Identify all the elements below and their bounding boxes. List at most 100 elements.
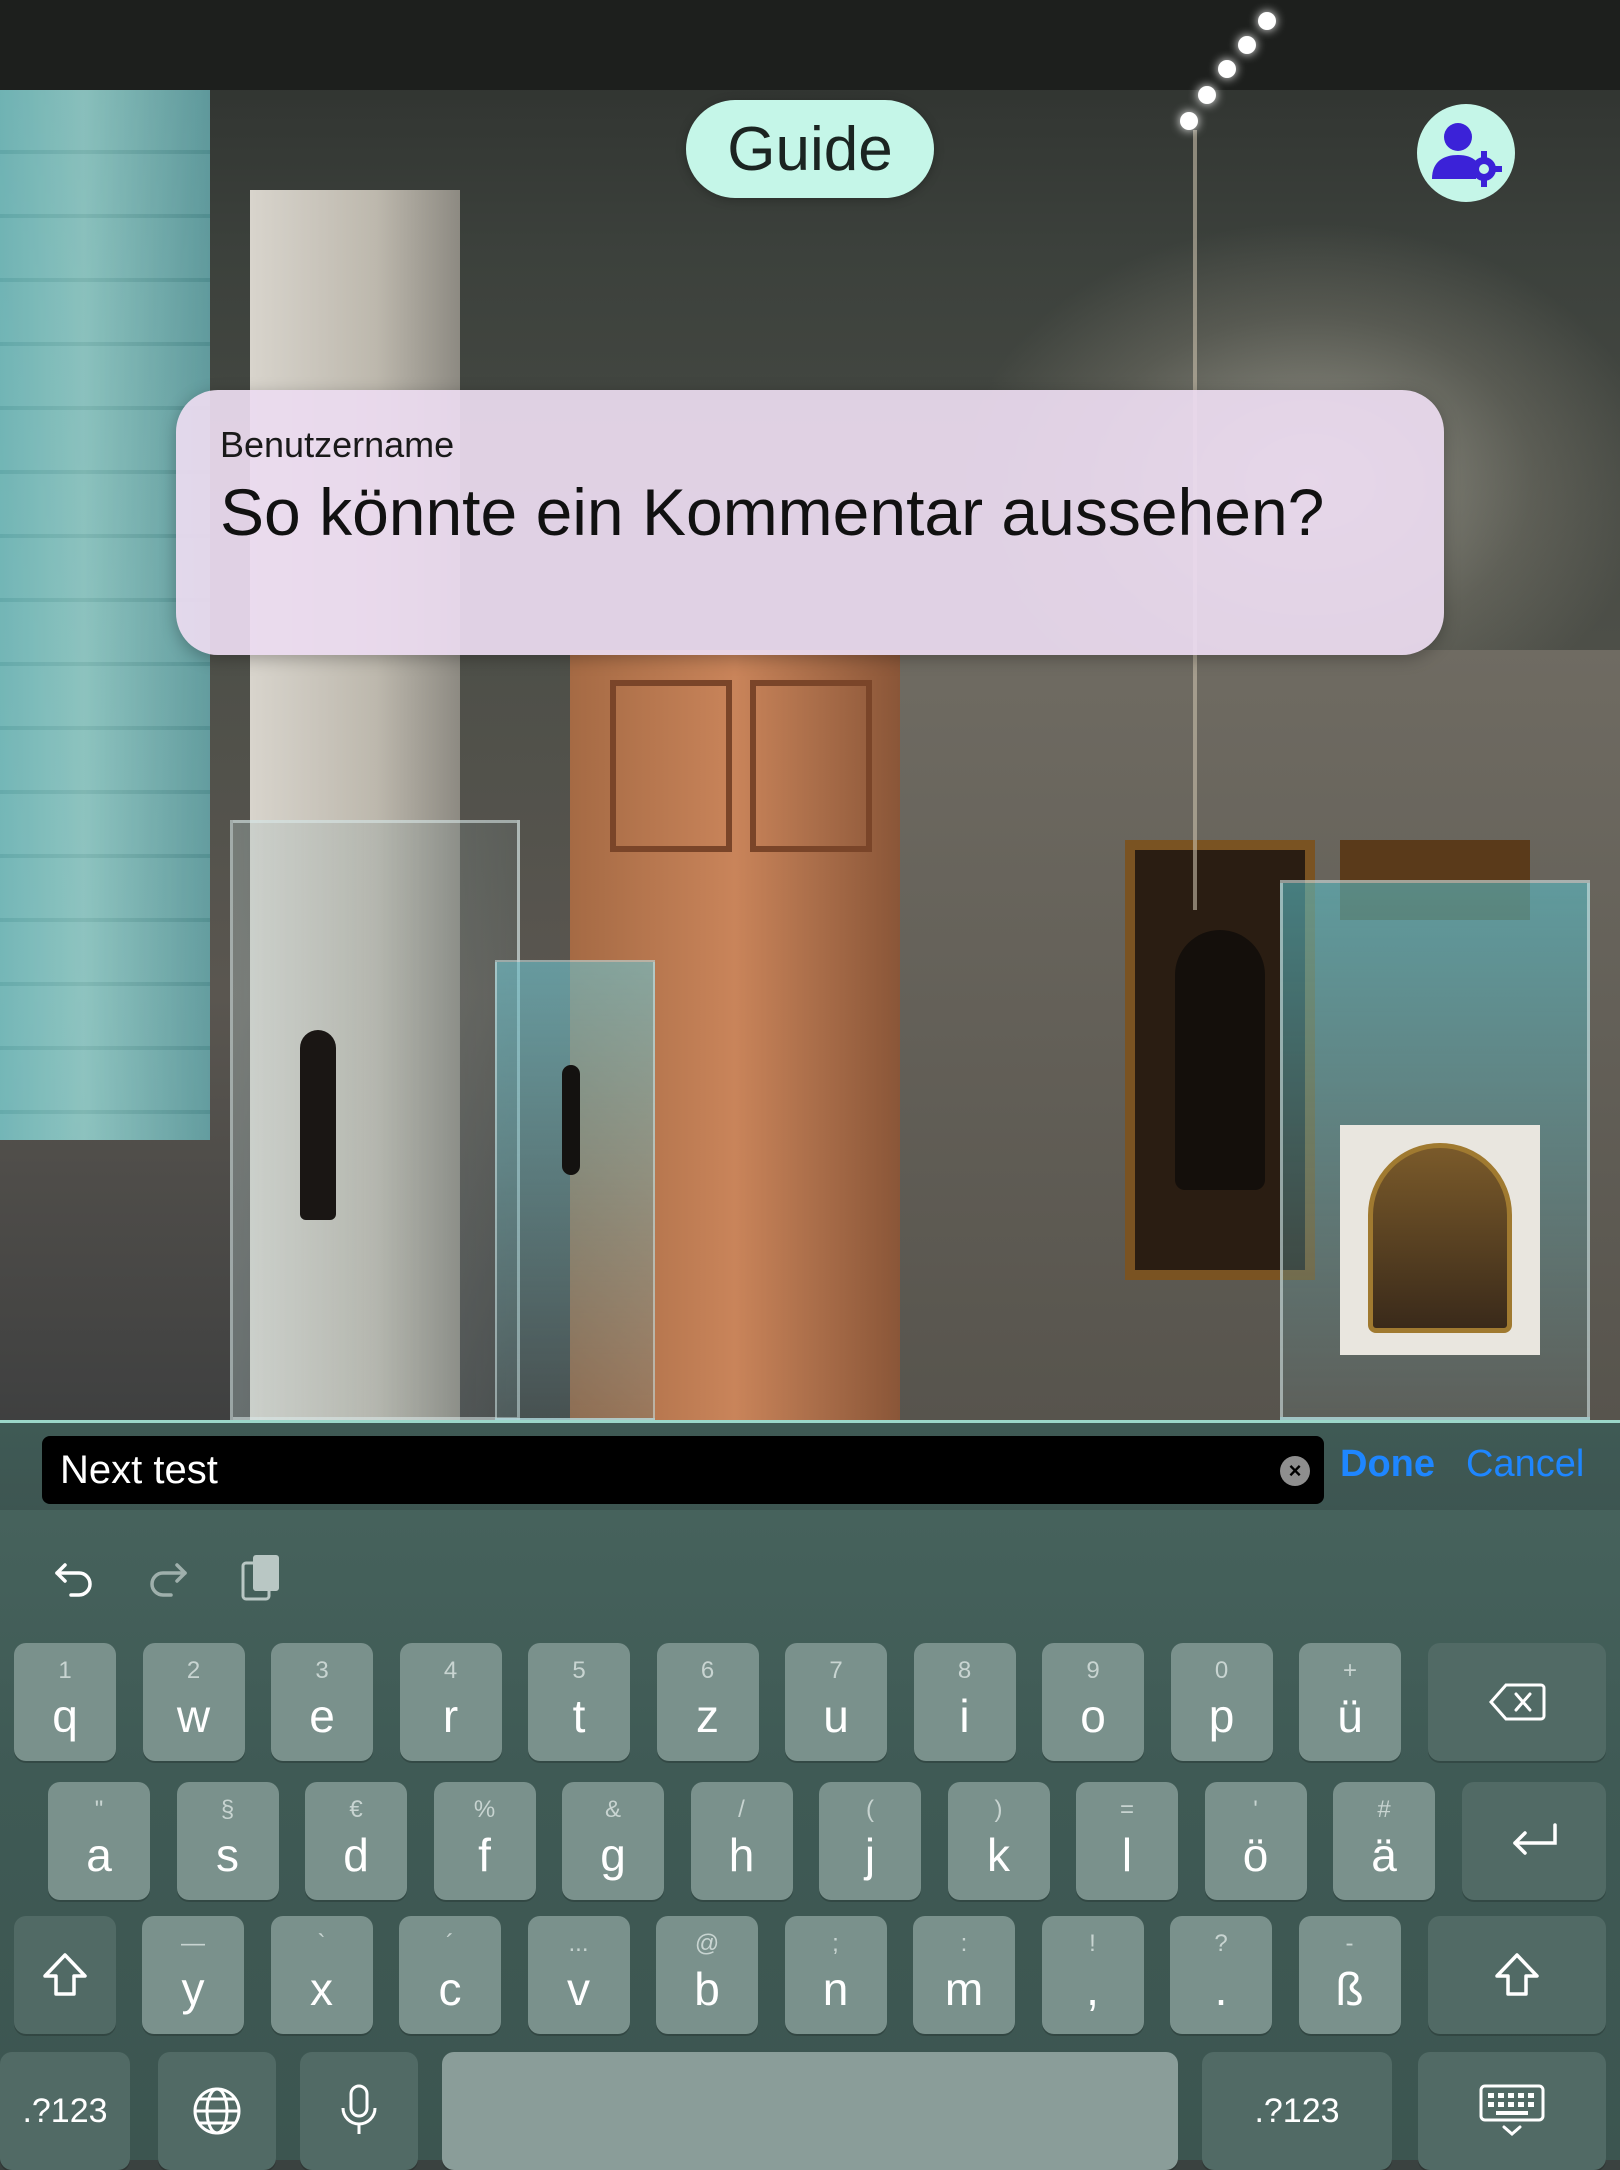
hide-keyboard-key[interactable] — [1418, 2052, 1606, 2170]
key-primary-label: r — [442, 1690, 459, 1742]
key-,[interactable]: !, — [1041, 1916, 1144, 2034]
clear-text-button[interactable]: × — [1280, 1456, 1310, 1486]
comment-input[interactable] — [58, 1446, 1242, 1494]
key-secondary-label: - — [1345, 1930, 1354, 1957]
key-secondary-label: 5 — [572, 1657, 586, 1684]
shift-icon — [43, 1953, 87, 1996]
key-ß[interactable]: -ß — [1298, 1916, 1401, 2034]
key-secondary-label: + — [1342, 1657, 1357, 1684]
clear-x-icon: × — [1288, 1458, 1302, 1483]
key-u[interactable]: 7u — [785, 1643, 887, 1761]
clipboard-icon — [241, 1555, 279, 1601]
key-secondary-label: 3 — [315, 1657, 329, 1684]
numbers-key-label: .?123 — [22, 2091, 108, 2130]
key-x[interactable]: ` x — [270, 1916, 373, 2034]
key-primary-label: d — [343, 1829, 369, 1881]
profile-settings-button[interactable] — [1417, 104, 1515, 202]
key-g[interactable]: & g — [562, 1782, 664, 1900]
shift-key-left[interactable] — [14, 1916, 116, 2034]
key-v[interactable]: ... v — [527, 1916, 630, 2034]
key-secondary-label: — — [181, 1930, 205, 1957]
key-secondary-label: % — [473, 1796, 496, 1823]
backspace-icon — [1488, 1683, 1546, 1721]
key-primary-label: i — [959, 1690, 970, 1742]
key-h[interactable]: / h — [690, 1782, 793, 1900]
globe-key[interactable] — [158, 2052, 276, 2170]
key-secondary-label: / — [738, 1796, 745, 1823]
numbers-key-left[interactable]: .?123 — [0, 2052, 130, 2170]
redo-icon — [150, 1563, 187, 1597]
space-key[interactable] — [442, 2052, 1178, 2170]
key-ö[interactable]: ' ö — [1204, 1782, 1307, 1900]
key-secondary-label: 8 — [957, 1657, 972, 1684]
key-primary-label: y — [181, 1963, 205, 2015]
key-primary-label: v — [567, 1963, 590, 2015]
key-secondary-label: 7 — [829, 1657, 843, 1684]
key-t[interactable]: 5t — [528, 1643, 630, 1761]
key-ä[interactable]: # ä — [1333, 1782, 1435, 1900]
key-secondary-label: ´ — [446, 1930, 454, 1957]
key-secondary-label: & — [604, 1796, 621, 1823]
key-f[interactable]: % f — [433, 1782, 536, 1900]
key-secondary-label: ? — [1214, 1930, 1228, 1957]
numbers-key-right[interactable]: .?123 — [1202, 2052, 1392, 2170]
key-r[interactable]: 4r — [399, 1643, 502, 1761]
onscreen-keyboard: 1 q 2 w 3 e 4 r 5 t 6 z 7 u 8 i 9 o 0 p + ü " a § s € d% f & g / h(j) k =… — [0, 1510, 1620, 2170]
key-primary-label: , — [1086, 1963, 1099, 2015]
key-secondary-label: ! — [1089, 1930, 1096, 1957]
key-e[interactable]: 3e — [271, 1643, 373, 1761]
key-secondary-label: 0 — [1214, 1657, 1229, 1684]
microphone-icon — [341, 2084, 377, 2134]
key-ü[interactable]: + ü — [1299, 1643, 1401, 1761]
key-primary-label: ß — [1335, 1963, 1364, 2015]
guide-button[interactable]: Guide — [686, 100, 934, 198]
key-primary-label: f — [478, 1829, 491, 1881]
key-l[interactable]: = l — [1076, 1782, 1178, 1900]
key-o[interactable]: 9o — [1042, 1643, 1144, 1761]
key-s[interactable]: § s — [176, 1782, 279, 1900]
key-primary-label: w — [176, 1690, 211, 1742]
comment-text-field[interactable]: × — [42, 1436, 1324, 1504]
key-p[interactable]: 0p — [1170, 1643, 1273, 1761]
key-.[interactable]: ?. — [1170, 1916, 1272, 2034]
backspace-key[interactable] — [1428, 1643, 1606, 1761]
key-n[interactable]: ; n — [784, 1916, 887, 2034]
key-primary-label: ü — [1337, 1690, 1363, 1742]
key-secondary-label: 6 — [700, 1657, 715, 1684]
key-secondary-label: 1 — [58, 1657, 72, 1684]
key-w[interactable]: 2w — [142, 1643, 245, 1761]
key-secondary-label: ' — [1253, 1796, 1258, 1823]
key-i[interactable]: 8i — [913, 1643, 1016, 1761]
key-secondary-label: € — [349, 1796, 363, 1823]
museum-background-photo — [0, 0, 1620, 1420]
key-q[interactable]: 1q — [14, 1643, 116, 1761]
key-d[interactable]: € d — [305, 1782, 407, 1900]
paste-button[interactable] — [230, 1546, 294, 1610]
key-secondary-label: 9 — [1086, 1657, 1100, 1684]
key-secondary-label: @ — [694, 1930, 720, 1957]
key-y[interactable]: — y — [142, 1916, 244, 2034]
key-secondary-label: § — [220, 1796, 235, 1823]
redo-button[interactable] — [136, 1546, 200, 1610]
key-b[interactable]: @ b — [656, 1916, 758, 2034]
key-primary-label: x — [310, 1963, 333, 2015]
key-k[interactable]: ) k — [947, 1782, 1050, 1900]
undo-button[interactable] — [42, 1546, 106, 1610]
key-m[interactable]: :m — [913, 1916, 1015, 2034]
key-c[interactable]: ´ c — [399, 1916, 501, 2034]
key-z[interactable]: 6z — [656, 1643, 759, 1761]
key-primary-label: b — [694, 1963, 720, 2015]
key-primary-label: p — [1208, 1690, 1235, 1742]
key-j[interactable]: (j — [819, 1782, 921, 1900]
shift-key-right[interactable] — [1428, 1916, 1606, 2034]
key-secondary-label: : — [960, 1930, 968, 1957]
key-primary-label: ä — [1371, 1829, 1397, 1881]
done-button[interactable]: Done — [1340, 1443, 1435, 1486]
microphone-key[interactable] — [300, 2052, 418, 2170]
cancel-button[interactable]: Cancel — [1466, 1443, 1584, 1486]
key-primary-label: g — [600, 1829, 626, 1881]
key-secondary-label: ; — [832, 1930, 839, 1957]
return-key[interactable] — [1462, 1782, 1606, 1900]
key-primary-label: k — [987, 1829, 1010, 1881]
key-a[interactable]: " a — [48, 1782, 150, 1900]
